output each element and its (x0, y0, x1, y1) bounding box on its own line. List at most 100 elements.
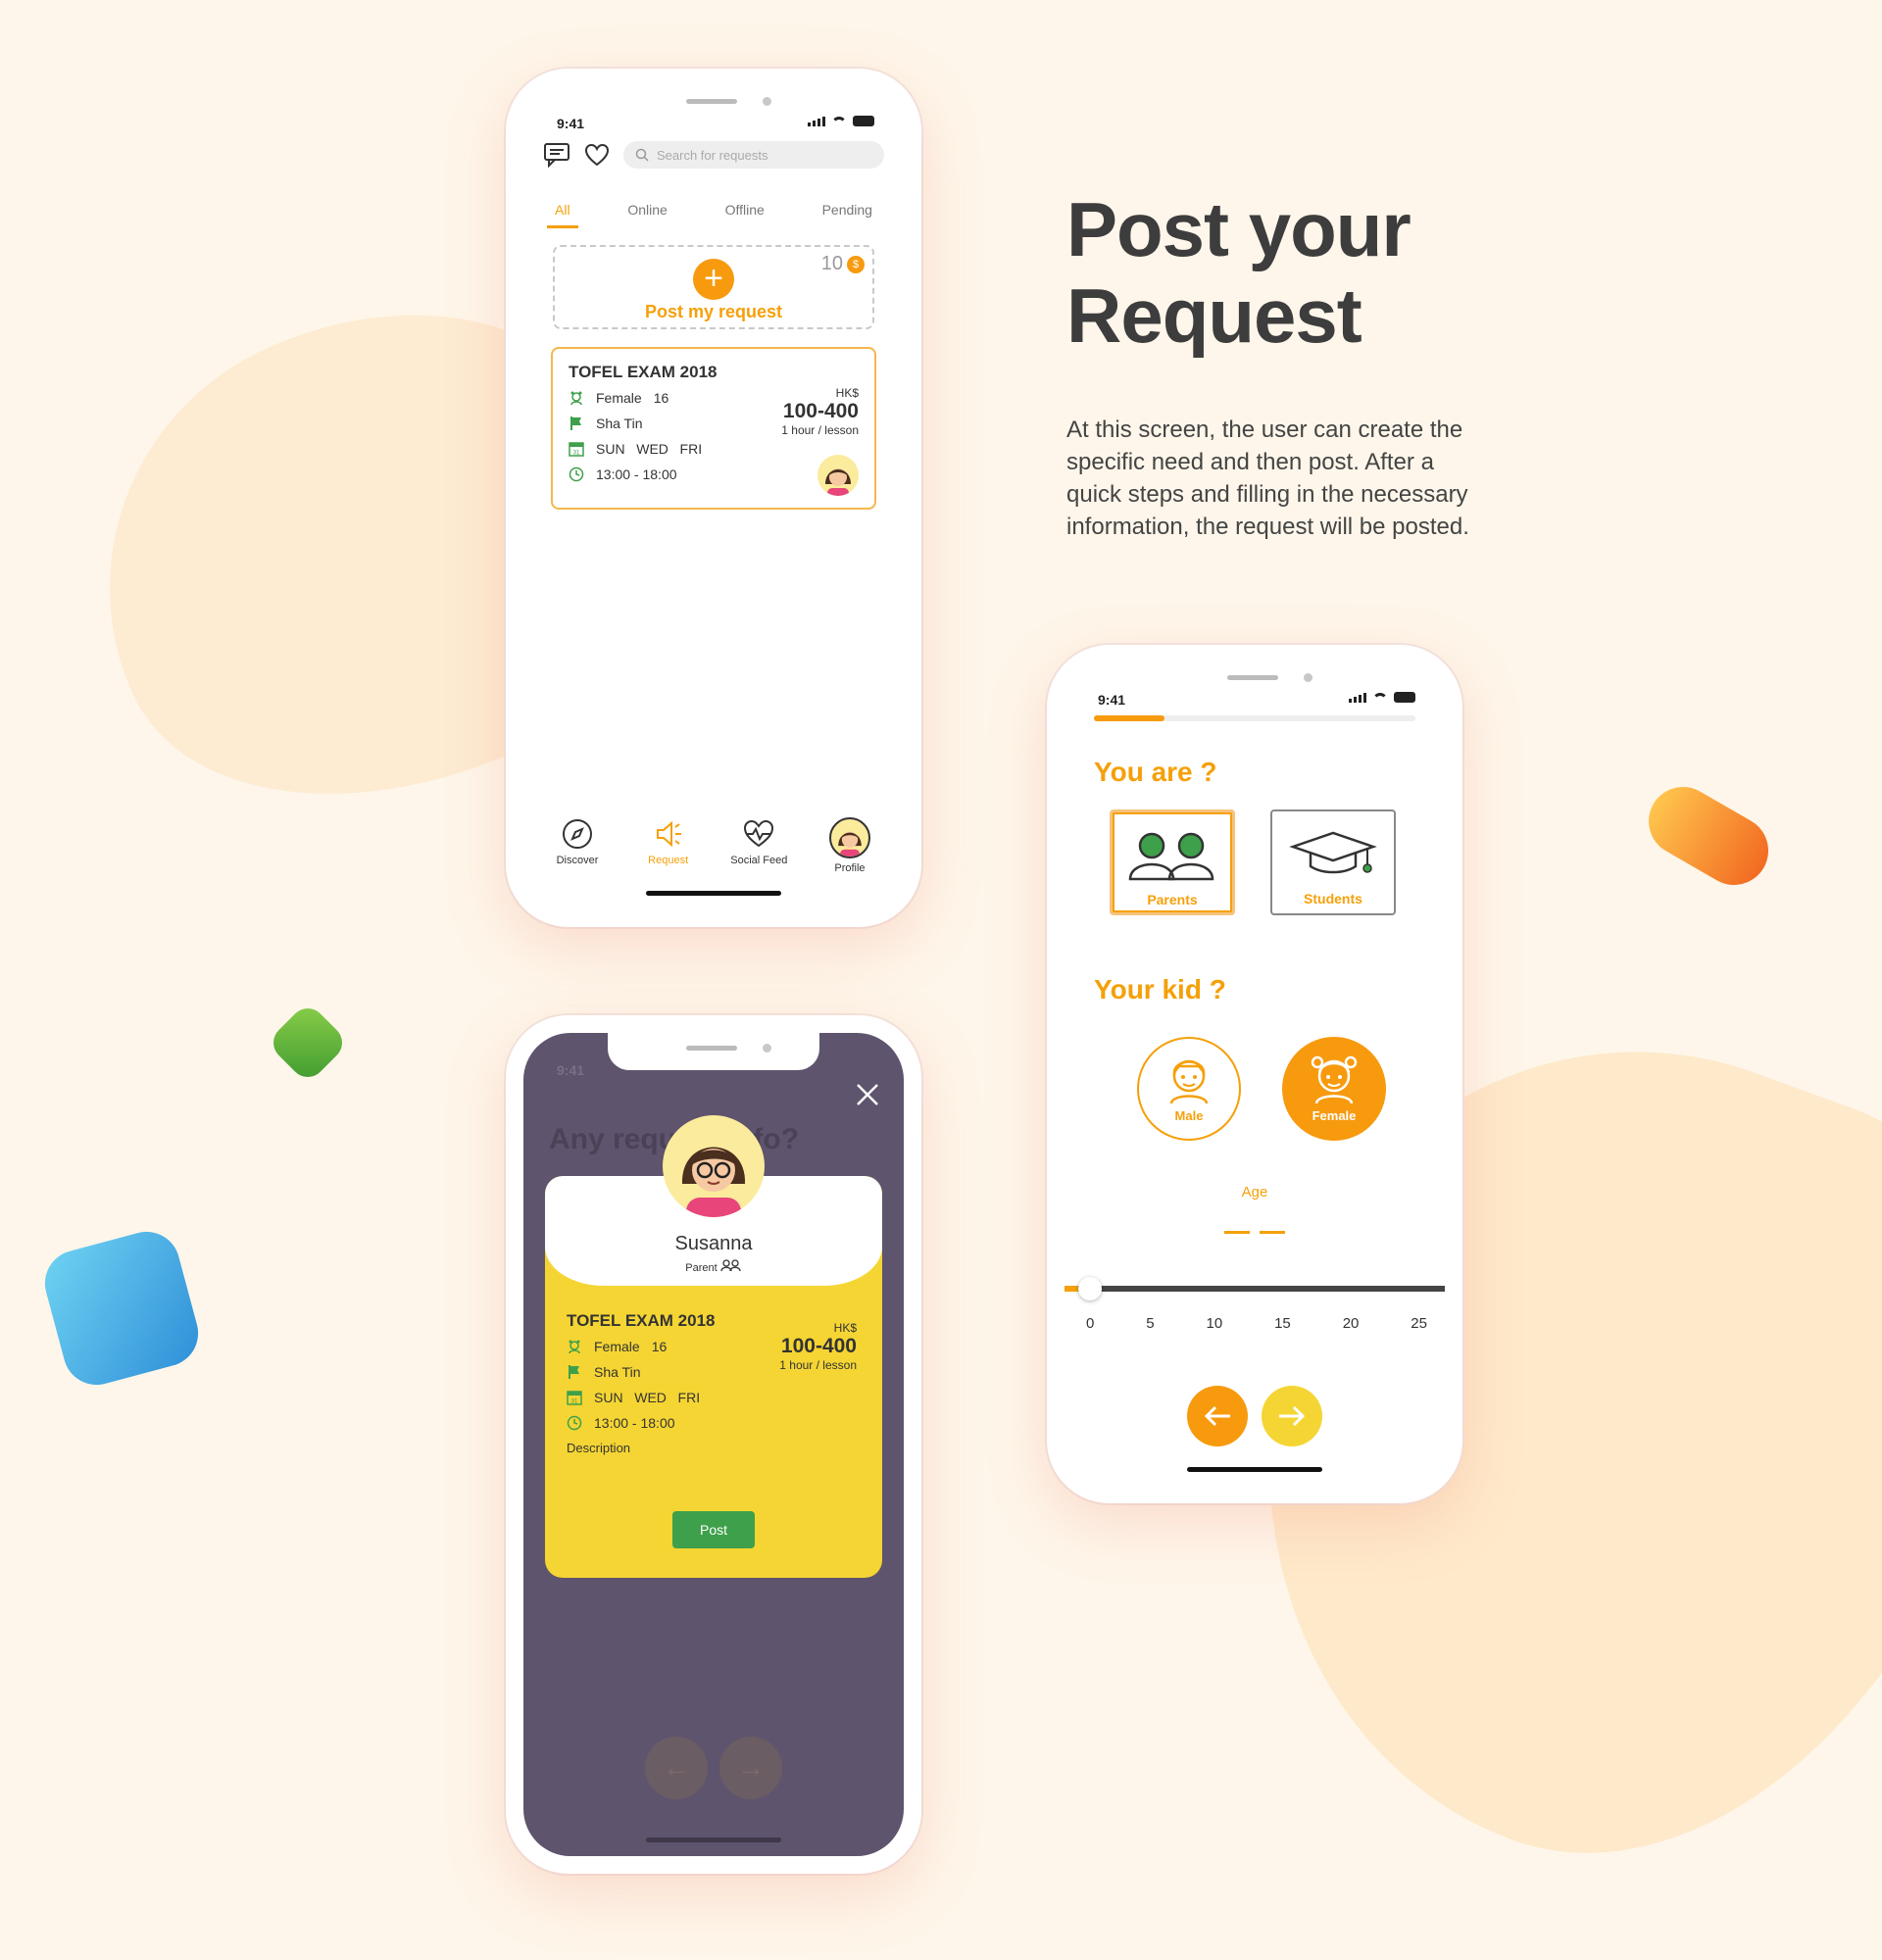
request-days-row: 31 SUN WED FRI (569, 441, 859, 457)
price-unit: 1 hour / lesson (779, 1358, 857, 1372)
option-female[interactable]: Female (1282, 1037, 1386, 1141)
price-unit: 1 hour / lesson (781, 423, 859, 437)
nav-profile-label: Profile (834, 862, 866, 874)
age-slider-fill (1065, 1286, 1078, 1292)
home-indicator (646, 1838, 781, 1842)
battery-icon (853, 116, 874, 126)
option-students[interactable]: Students (1270, 809, 1396, 915)
step-progress-fill (1094, 715, 1165, 721)
status-time: 9:41 (1098, 692, 1126, 708)
compass-icon (563, 819, 592, 849)
request-location: Sha Tin (596, 416, 643, 431)
decorative-orange-shape (1636, 774, 1781, 898)
intro-description: At this screen, the user can create the … (1066, 416, 1469, 540)
phone-request-list: 9:41 Search for requests All Online Offl… (506, 69, 921, 927)
coin-icon: $ (847, 255, 865, 273)
question-your-kid: Your kid ? (1094, 974, 1226, 1004)
age-tick: 15 (1274, 1315, 1291, 1332)
nav-discover-label: Discover (556, 855, 599, 866)
svg-text:31: 31 (573, 451, 580, 457)
nav-request[interactable]: Request (630, 817, 707, 874)
heart-icon[interactable] (584, 143, 610, 167)
nav-profile[interactable]: Profile (812, 817, 888, 874)
page-title: Post your Request (1066, 186, 1478, 359)
user-role-label: Parent (685, 1262, 718, 1274)
price-currency: HK$ (833, 1321, 857, 1335)
avatar (828, 817, 870, 858)
tab-all[interactable]: All (547, 196, 578, 228)
description-label: Description (567, 1441, 631, 1455)
confirm-screen: 9:41 Any request info? Susanna Parent TO… (523, 1033, 904, 1856)
search-icon (635, 148, 649, 162)
request-form-screen: 9:41 You are ? Parents Students Your kid… (1065, 662, 1445, 1486)
search-placeholder: Search for requests (657, 147, 768, 163)
notch (608, 1033, 819, 1070)
request-hours-row: 13:00 - 18:00 (569, 466, 859, 482)
arrow-right-icon (1279, 1405, 1306, 1427)
option-students-label: Students (1304, 891, 1362, 906)
decorative-blue-shape (37, 1224, 206, 1393)
age-value-placeholder (1224, 1231, 1285, 1234)
calendar-icon: 31 (569, 442, 584, 457)
clock-icon (569, 466, 584, 482)
user-name: Susanna (674, 1233, 753, 1254)
flag-icon (569, 1365, 579, 1379)
next-button[interactable] (1262, 1386, 1322, 1446)
age-tick: 0 (1086, 1315, 1095, 1332)
request-age: 16 (653, 390, 669, 406)
clock-icon (567, 1415, 582, 1431)
age-tick: 10 (1206, 1315, 1223, 1332)
age-slider-thumb[interactable] (1078, 1277, 1102, 1300)
request-price: HK$ 100-400 1 hour / lesson (781, 386, 859, 437)
nav-social-feed-label: Social Feed (730, 855, 788, 866)
request-hours-row: 13:00 - 18:00 (567, 1415, 861, 1431)
request-hours: 13:00 - 18:00 (596, 466, 677, 482)
option-parents-label: Parents (1147, 892, 1198, 907)
svg-text:31: 31 (571, 1399, 578, 1405)
background-nav-buttons: ← → (645, 1737, 782, 1799)
request-card[interactable]: TOFEL EXAM 2018 Female 16 Sha Tin 31 SUN… (551, 347, 876, 510)
nav-social-feed[interactable]: Social Feed (720, 817, 797, 874)
graduation-cap-icon (1289, 831, 1377, 874)
tab-offline[interactable]: Offline (718, 196, 772, 228)
age-tick: 25 (1411, 1315, 1427, 1332)
plus-icon: + (693, 259, 734, 300)
tab-online[interactable]: Online (619, 196, 674, 228)
parents-icon (720, 1259, 741, 1272)
request-summary: TOFEL EXAM 2018 Female 16 Sha Tin 31 SUN… (545, 1286, 882, 1455)
price-currency: HK$ (835, 386, 859, 400)
intro-section: Post your Request At this screen, the us… (1066, 186, 1478, 543)
tab-pending[interactable]: Pending (815, 196, 880, 228)
request-gender: Female (594, 1339, 640, 1354)
request-list-screen: 9:41 Search for requests All Online Offl… (523, 86, 904, 909)
request-title: TOFEL EXAM 2018 (569, 363, 718, 381)
coin-balance: 10 $ (821, 253, 865, 275)
decorative-green-shape (266, 1001, 350, 1085)
status-icons (808, 116, 874, 126)
option-parents[interactable]: Parents (1110, 809, 1235, 915)
post-button[interactable]: Post (672, 1511, 755, 1548)
search-input[interactable]: Search for requests (623, 141, 884, 169)
close-icon[interactable] (855, 1082, 880, 1107)
status-time: 9:41 (557, 116, 585, 131)
price-amount: 100-400 (780, 1335, 857, 1357)
heart-pulse-icon (744, 819, 774, 848)
post-request-button[interactable]: 10 $ + Post my request (553, 245, 874, 329)
home-indicator (646, 891, 781, 896)
coin-count: 10 (820, 253, 843, 274)
request-days-row: 31 SUN WED FRI (567, 1390, 861, 1405)
girl-icon (1311, 1055, 1358, 1104)
calendar-icon: 31 (567, 1391, 582, 1405)
nav-request-label: Request (648, 855, 689, 866)
filter-tabs: All Online Offline Pending (547, 196, 880, 228)
request-days: SUN WED FRI (594, 1390, 701, 1405)
option-female-label: Female (1312, 1108, 1357, 1123)
option-male[interactable]: Male (1137, 1037, 1241, 1141)
notch (608, 86, 819, 123)
title-line-2: Request (1066, 272, 1362, 359)
back-button[interactable] (1187, 1386, 1248, 1446)
age-slider[interactable] (1065, 1277, 1445, 1300)
nav-discover[interactable]: Discover (539, 817, 616, 874)
request-gender: Female (596, 390, 642, 406)
chat-icon[interactable] (543, 142, 570, 168)
